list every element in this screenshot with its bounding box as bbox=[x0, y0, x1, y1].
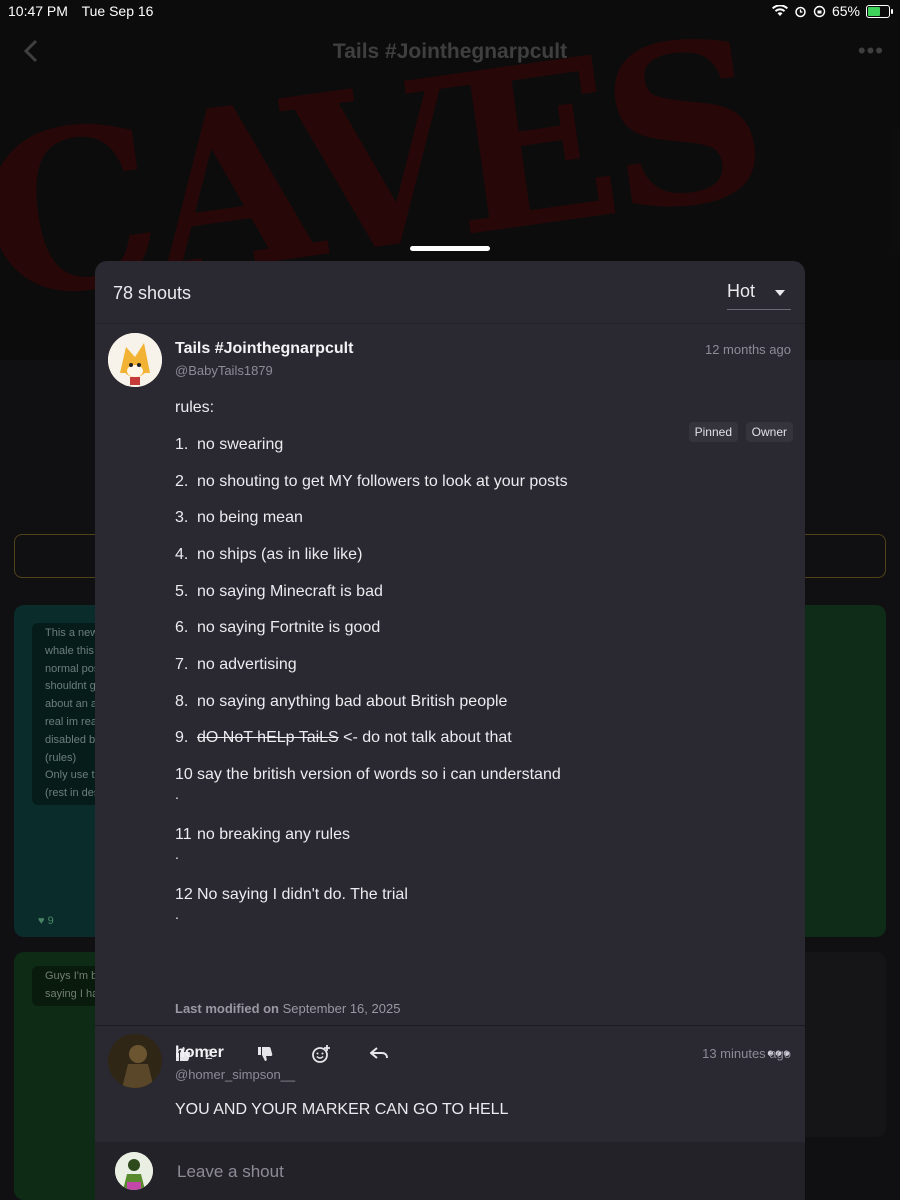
battery-icon bbox=[866, 4, 893, 18]
homer-avatar-image bbox=[108, 1034, 162, 1088]
status-date: Tue Sep 16 bbox=[81, 3, 154, 19]
post-time: 13 minutes ago bbox=[702, 1046, 791, 1061]
last-modified: Last modified on September 16, 2025 bbox=[175, 1001, 401, 1016]
author-name[interactable]: homer bbox=[175, 1044, 224, 1062]
rule-item: 10 say the british version of words so i … bbox=[175, 766, 561, 783]
shout-item: homer @homer_simpson__ 13 minutes ago YO… bbox=[95, 1026, 805, 1146]
shouts-sheet: 78 shouts Hot Tails #Jointhegnarpcult @B… bbox=[95, 261, 805, 1200]
battery-percent: 65% bbox=[831, 3, 860, 19]
caret-down-icon bbox=[775, 290, 785, 296]
rule-item: 11 no breaking any rules bbox=[175, 826, 350, 843]
rule-item: 6. no saying Fortnite is good bbox=[175, 619, 381, 636]
post-intro: rules: bbox=[175, 399, 215, 416]
struck-text: dO NoT hELp TaiLS bbox=[197, 729, 339, 746]
shout-count: 78 shouts bbox=[113, 283, 192, 303]
rule-item: 3. no being mean bbox=[175, 509, 303, 526]
rule-trailing-dot: . bbox=[175, 786, 179, 802]
rule-trailing-dot: . bbox=[175, 906, 179, 922]
rule-trailing-dot: . bbox=[175, 846, 179, 862]
status-time: 10:47 PM bbox=[8, 3, 68, 19]
tails-avatar-image bbox=[108, 333, 162, 387]
owner-badge: Owner bbox=[745, 422, 793, 442]
sheet-grabber[interactable] bbox=[410, 246, 490, 251]
rotation-lock-icon bbox=[813, 5, 826, 17]
post-time: 12 months ago bbox=[704, 342, 791, 357]
shout-composer bbox=[95, 1142, 805, 1200]
author-name[interactable]: Tails #Jointhegnarpcult bbox=[175, 340, 353, 358]
rule-item: 4. no ships (as in like like) bbox=[175, 546, 363, 563]
shout-input[interactable] bbox=[175, 1156, 739, 1188]
rule-item: 5. no saying Minecraft is bad bbox=[175, 583, 383, 600]
shout-text: YOU AND YOUR MARKER CAN GO TO HELL bbox=[175, 1101, 509, 1118]
avatar[interactable] bbox=[108, 1034, 162, 1088]
author-handle[interactable]: @homer_simpson__ bbox=[175, 1067, 295, 1082]
alarm-icon bbox=[795, 6, 806, 17]
wifi-icon bbox=[771, 5, 788, 16]
rule-item: 7. no advertising bbox=[175, 656, 297, 673]
rule-item: 1. no swearing bbox=[175, 436, 284, 453]
sheet-header: 78 shouts Hot bbox=[95, 261, 805, 324]
author-handle[interactable]: @BabyTails1879 bbox=[175, 363, 273, 378]
current-user-avatar bbox=[115, 1152, 153, 1190]
user-avatar-image bbox=[115, 1152, 153, 1190]
rule-item: 8. no saying anything bad about British p… bbox=[175, 693, 508, 710]
rule-item: 12 No saying I didn't do. The trial bbox=[175, 886, 408, 903]
status-bar: 10:47 PM Tue Sep 16 65% bbox=[0, 0, 900, 24]
sort-selected-value: Hot bbox=[727, 281, 756, 301]
pinned-badge: Pinned bbox=[688, 422, 738, 442]
rule-item: 9. dO NoT hELp TaiLS <- do not talk about… bbox=[175, 729, 512, 746]
sort-dropdown[interactable]: Hot bbox=[727, 279, 791, 310]
rule-item: 2. no shouting to get MY followers to loo… bbox=[175, 473, 568, 490]
avatar[interactable] bbox=[108, 333, 162, 387]
